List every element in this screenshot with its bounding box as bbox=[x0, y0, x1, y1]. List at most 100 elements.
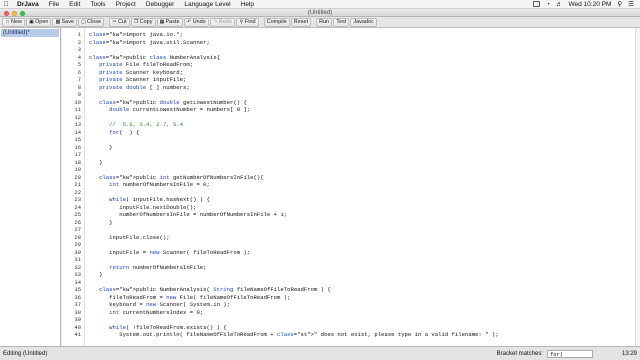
line-number: 16 bbox=[74, 143, 81, 151]
code-line[interactable]: private File fileToReadFrom; bbox=[89, 61, 193, 69]
menu-bar:  DrJava File Edit Tools Project Debugge… bbox=[0, 0, 640, 9]
line-number: 27 bbox=[74, 226, 81, 233]
line-number: 12 bbox=[74, 113, 81, 121]
clock[interactable]: Wed 10:20 PM bbox=[569, 1, 612, 8]
save-button[interactable]: ▩ Save bbox=[52, 17, 78, 27]
code-line[interactable]: return numberOfNumbersInFile; bbox=[89, 264, 206, 272]
new-file-icon: □ bbox=[5, 18, 10, 25]
cursor-position: 13:29 bbox=[621, 350, 637, 357]
menu-edit[interactable]: Edit bbox=[64, 0, 85, 9]
code-line[interactable]: private Scanner inputFile; bbox=[89, 76, 186, 84]
line-number: 37 bbox=[74, 301, 81, 308]
bracket-match-label: Bracket matches: bbox=[496, 350, 543, 357]
line-number: 41 bbox=[74, 331, 81, 338]
line-number: 38 bbox=[74, 308, 81, 316]
menu-file[interactable]: File bbox=[44, 0, 64, 9]
line-number: 4 bbox=[77, 53, 81, 61]
menu-language-level[interactable]: Language Level bbox=[179, 0, 235, 9]
code-line[interactable]: while( !fileToReadFrom.exists() ) { bbox=[89, 324, 227, 332]
code-editor[interactable]: 1 2 3 4 5 6 7 8 9 10 11 12 13 14 15 16 17 18 19 20 21 22 23 24 2… bbox=[62, 28, 640, 346]
run-button[interactable]: Run bbox=[316, 17, 333, 27]
code-line[interactable]: System.out.println( fileNameOfFileToRead… bbox=[89, 331, 498, 339]
open-button[interactable]: ▣ Open bbox=[26, 17, 52, 27]
line-number: 34 bbox=[74, 278, 81, 286]
line-number: 18 bbox=[74, 158, 81, 166]
line-number: 26 bbox=[74, 218, 81, 226]
line-number: 40 bbox=[74, 323, 81, 331]
line-number: 39 bbox=[74, 316, 81, 323]
open-folder-icon: ▣ bbox=[29, 18, 34, 25]
code-line[interactable]: // 5.6, 3.4, 2.7, 5.4 bbox=[89, 121, 183, 129]
document-item[interactable]: (Untitled)* bbox=[1, 29, 59, 37]
compile-button[interactable]: Compile bbox=[263, 17, 290, 27]
volume-icon[interactable]: ♬ bbox=[556, 1, 563, 8]
menu-tools[interactable]: Tools bbox=[85, 0, 110, 9]
wifi-icon[interactable]: ◔ bbox=[546, 1, 550, 8]
find-button[interactable]: ⚲ Find bbox=[235, 17, 259, 27]
paste-button[interactable]: ▦ Paste bbox=[156, 17, 183, 27]
line-number: 3 bbox=[77, 46, 81, 53]
code-line[interactable]: class="kw">import java.util.Scanner; bbox=[89, 39, 210, 47]
code-line[interactable]: } bbox=[89, 219, 112, 227]
javadoc-button[interactable]: Javadoc bbox=[350, 17, 377, 27]
bracket-match-field: for( bbox=[547, 349, 593, 358]
line-number: 7 bbox=[77, 76, 81, 83]
undo-button[interactable]: ↶ Undo bbox=[183, 17, 209, 27]
code-line[interactable]: int numberOfNumbersInFile = 0; bbox=[89, 181, 210, 189]
bracket-match: Bracket matches: for( 13:29 bbox=[496, 349, 637, 358]
code-line[interactable]: class="kw">import java.io.*; bbox=[89, 31, 183, 39]
code-line[interactable]: inputFile.nextDouble(); bbox=[89, 204, 196, 212]
code-line[interactable]: } bbox=[89, 144, 112, 152]
new-button[interactable]: □ New bbox=[2, 17, 26, 27]
paste-icon: ▦ bbox=[159, 18, 165, 25]
menu-project[interactable]: Project bbox=[111, 0, 141, 9]
line-number: 17 bbox=[74, 151, 81, 158]
code-line[interactable]: int currentNumbersIndex = 0; bbox=[89, 309, 203, 317]
code-line[interactable]: inputFile.close(); bbox=[89, 234, 169, 242]
close-button[interactable]: ▢ Close bbox=[78, 17, 105, 27]
redo-button[interactable]: ↷ Redo bbox=[209, 17, 235, 27]
cut-icon: ✂ bbox=[112, 18, 117, 25]
line-number: 20 bbox=[74, 173, 81, 181]
copy-icon: ❐ bbox=[133, 18, 139, 25]
code-line[interactable]: class="kw">public int getNumberOfNumbers… bbox=[89, 174, 264, 182]
reset-button[interactable]: Reset bbox=[290, 17, 312, 27]
menu-debugger[interactable]: Debugger bbox=[141, 0, 180, 9]
code-line[interactable]: for( ) { bbox=[89, 129, 139, 137]
code-line[interactable]: } bbox=[89, 159, 102, 167]
code-line[interactable]: class="kw">public NumberAnalysis( String… bbox=[89, 286, 331, 294]
code-line[interactable]: keyboard = new Scanner( System.in ); bbox=[89, 301, 230, 309]
code-line[interactable]: class="kw">public class NumberAnalysis{ bbox=[89, 54, 220, 62]
test-button[interactable]: Test bbox=[333, 17, 350, 27]
line-number: 30 bbox=[74, 248, 81, 256]
code-line[interactable]: double currentLowestNumber = numbers[ 0 … bbox=[89, 106, 250, 114]
code-line[interactable]: numberOfNumbersInFile = numberOfNumbersI… bbox=[89, 211, 287, 219]
line-number: 5 bbox=[77, 61, 81, 68]
display-icon[interactable] bbox=[533, 1, 541, 7]
code-line[interactable]: while( inputFile.hasNext() ) { bbox=[89, 196, 210, 204]
code-line[interactable]: inputFile = new Scanner( fileToReadFrom … bbox=[89, 249, 250, 257]
line-number: 23 bbox=[74, 196, 81, 203]
save-icon: ▩ bbox=[55, 18, 61, 25]
line-number: 13 bbox=[74, 121, 81, 128]
code-line[interactable]: fileToReadFrom = new File( fileNameOfFil… bbox=[89, 294, 290, 302]
code-line[interactable]: private double [ ] numbers; bbox=[89, 84, 190, 92]
menu-extras: ◔ ♬ Wed 10:20 PM ⚲ ☰ bbox=[533, 0, 640, 8]
window-title-bar: (Untitled) bbox=[0, 9, 640, 17]
line-number: 19 bbox=[74, 166, 81, 173]
cut-button[interactable]: ✂ Cut bbox=[109, 17, 130, 27]
vertical-scrollbar[interactable] bbox=[635, 28, 640, 346]
code-line[interactable]: class="kw">public double getLowestNumber… bbox=[89, 99, 247, 107]
apple-icon[interactable]:  bbox=[0, 1, 12, 8]
line-number: 25 bbox=[74, 211, 81, 218]
list-icon[interactable]: ☰ bbox=[628, 0, 634, 8]
code-line[interactable]: } bbox=[89, 271, 102, 279]
line-number: 29 bbox=[74, 241, 81, 248]
line-number: 2 bbox=[77, 38, 81, 46]
spotlight-icon[interactable]: ⚲ bbox=[617, 0, 622, 8]
menu-help[interactable]: Help bbox=[236, 0, 259, 9]
code-line[interactable]: private Scanner keyboard; bbox=[89, 69, 183, 77]
line-number: 22 bbox=[74, 188, 81, 196]
copy-button[interactable]: ❐ Copy bbox=[130, 17, 156, 27]
menu-app-name[interactable]: DrJava bbox=[12, 0, 44, 9]
